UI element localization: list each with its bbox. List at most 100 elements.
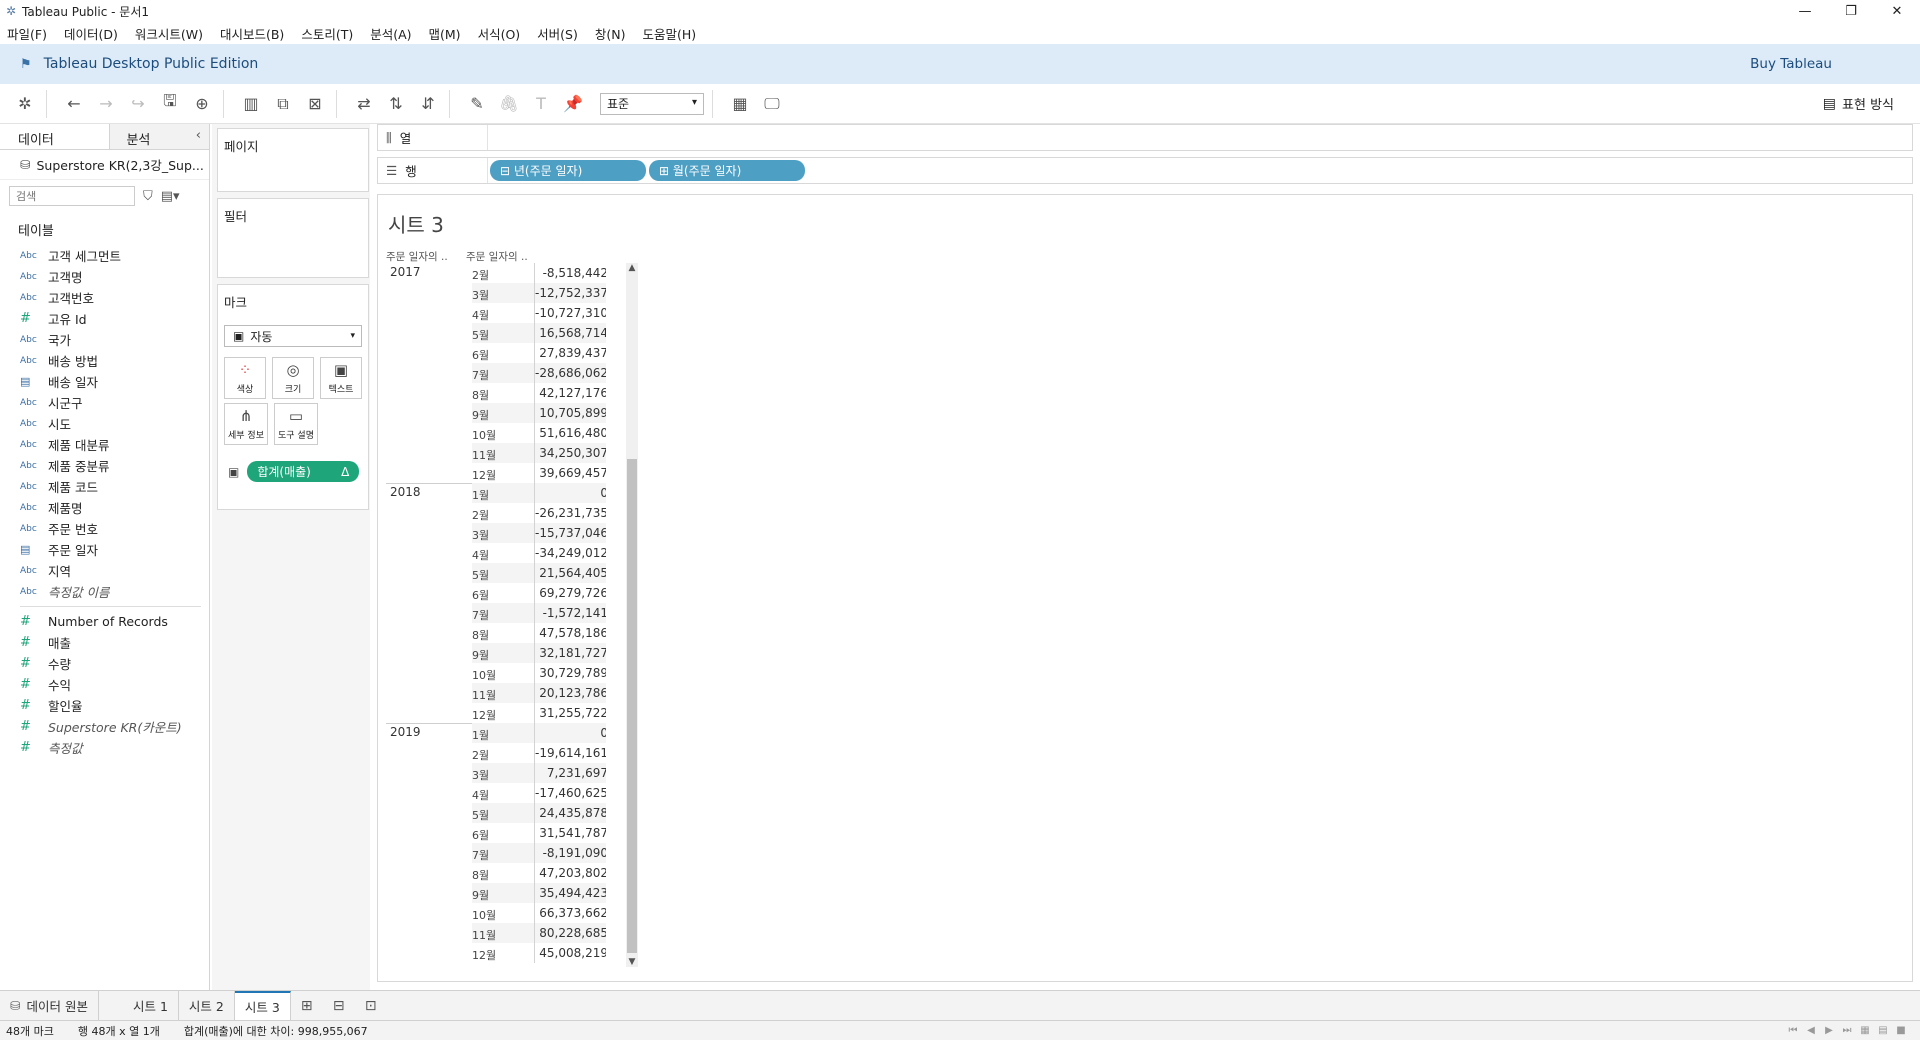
highlight-icon[interactable]: ✎ [464, 91, 490, 117]
table-row[interactable]: 1월 0 [386, 723, 606, 743]
menu-format[interactable]: 서식(O) [478, 24, 521, 43]
table-row[interactable]: 11월 80,228,685 [386, 923, 606, 943]
datasource-item[interactable]: ⛁ Superstore KR(2,3강_Sup... [0, 150, 209, 180]
table-row[interactable]: 8월 42,127,176 [386, 383, 606, 403]
swap-icon[interactable]: ⇄ [351, 91, 377, 117]
scroll-down-icon[interactable]: ▼ [626, 957, 638, 967]
sort-asc-icon[interactable]: ⇅ [383, 91, 409, 117]
table-row[interactable]: 5월 16,568,714 [386, 323, 606, 343]
table-row[interactable]: 2월 -19,614,161 [386, 743, 606, 763]
filters-card[interactable]: 필터 [217, 198, 369, 278]
new-datasource-icon[interactable]: ⊕ [189, 91, 215, 117]
field-item[interactable]: # 고유 Id [0, 308, 209, 329]
scroll-up-icon[interactable]: ▲ [626, 263, 638, 273]
menu-story[interactable]: 스토리(T) [301, 24, 353, 43]
size-button[interactable]: ◎ 크기 [272, 357, 314, 399]
next-sheet-icon[interactable]: ▶ [1820, 1025, 1838, 1036]
table-row[interactable]: 1월 0 [386, 483, 606, 503]
year-header[interactable]: 주문 일자의 .. [386, 249, 466, 263]
color-button[interactable]: ⁘ 색상 [224, 357, 266, 399]
table-row[interactable]: 9월 32,181,727 [386, 643, 606, 663]
tab-datasource[interactable]: ⛁ 데이터 원본 [0, 990, 99, 1021]
prev-sheet-icon[interactable]: ◀ [1802, 1025, 1820, 1036]
menu-help[interactable]: 도움말(H) [642, 24, 696, 43]
list-view-icon[interactable]: ▤ [1874, 1025, 1892, 1036]
collapse-icon[interactable]: ‹ [196, 128, 201, 143]
table-row[interactable]: 4월 -17,460,625 [386, 783, 606, 803]
presentation-icon[interactable]: 🖵 [759, 91, 785, 117]
save-icon[interactable]: 🖫 [157, 91, 183, 117]
tableau-home-icon[interactable]: ✲ [12, 91, 38, 117]
grid-view-icon[interactable]: ▦ [1856, 1025, 1874, 1036]
field-item[interactable]: Abc 제품명 [0, 497, 209, 518]
year-order-date-pill[interactable]: ⊟ 년(주문 일자) [490, 160, 646, 181]
field-item[interactable]: Abc 국가 [0, 329, 209, 350]
table-row[interactable]: 9월 35,494,423 [386, 883, 606, 903]
field-item[interactable]: Abc 주문 번호 [0, 518, 209, 539]
table-row[interactable]: 4월 -10,727,310 [386, 303, 606, 323]
tab-data[interactable]: 데이터 [0, 124, 109, 149]
menu-window[interactable]: 창(N) [595, 24, 626, 43]
table-row[interactable]: 10월 66,373,662 [386, 903, 606, 923]
marks-type-select[interactable]: ▣ 자동 ▾ [224, 325, 362, 347]
field-item[interactable]: # Number of Records [0, 611, 209, 632]
field-item[interactable]: Abc 배송 방법 [0, 350, 209, 371]
table-row[interactable]: 6월 69,279,726 [386, 583, 606, 603]
close-icon[interactable]: ✕ [1874, 0, 1920, 22]
table-row[interactable]: 3월 -15,737,046 [386, 523, 606, 543]
table-row[interactable]: 6월 27,839,437 [386, 343, 606, 363]
table-row[interactable]: 7월 -8,191,090 [386, 843, 606, 863]
replay-icon[interactable]: ↪ [125, 91, 151, 117]
redo-icon[interactable]: → [93, 91, 119, 117]
field-item[interactable]: Abc 고객번호 [0, 287, 209, 308]
table-row[interactable]: 2월 -26,231,735 [386, 503, 606, 523]
table-row[interactable]: 2월 -8,518,442 [386, 263, 606, 283]
sort-desc-icon[interactable]: ⇵ [415, 91, 441, 117]
minimize-icon[interactable]: — [1782, 0, 1828, 22]
new-worksheet-icon[interactable]: ▥ [238, 91, 264, 117]
table-row[interactable]: 9월 10,705,899 [386, 403, 606, 423]
pages-card[interactable]: 페이지 [217, 128, 369, 192]
field-item[interactable]: ▤ 주문 일자 [0, 539, 209, 560]
field-item[interactable]: Abc 측정값 이름 [0, 581, 209, 602]
search-input[interactable] [9, 186, 135, 206]
clear-sheet-icon[interactable]: ⊠ [302, 91, 328, 117]
view-options-icon[interactable]: ▤▾ [161, 189, 180, 204]
group-icon[interactable]: 🖇 [496, 91, 522, 117]
filter-icon[interactable]: ⛉ [143, 189, 153, 204]
restore-icon[interactable]: ❐ [1828, 0, 1874, 22]
cards-icon[interactable]: ▦ [727, 91, 753, 117]
menu-dashboard[interactable]: 대시보드(B) [220, 24, 284, 43]
sum-sales-pill[interactable]: 합계(매출) Δ [247, 461, 360, 482]
new-dashboard-icon[interactable]: ⊟ [323, 991, 355, 1021]
columns-shelf[interactable]: ⫼ 열 [377, 124, 1913, 151]
field-item[interactable]: # 할인율 [0, 695, 209, 716]
table-row[interactable]: 8월 47,203,802 [386, 863, 606, 883]
table-row[interactable]: 7월 -1,572,141 [386, 603, 606, 623]
menu-worksheet[interactable]: 워크시트(W) [135, 24, 203, 43]
field-item[interactable]: # 수량 [0, 653, 209, 674]
field-item[interactable]: Abc 제품 중분류 [0, 455, 209, 476]
tab-sheet-1[interactable]: 시트 1 [123, 990, 179, 1021]
last-sheet-icon[interactable]: ⏭ [1838, 1025, 1856, 1036]
table-row[interactable]: 10월 51,616,480 [386, 423, 606, 443]
table-row[interactable]: 3월 7,231,697 [386, 763, 606, 783]
tab-sheet-3[interactable]: 시트 3 [234, 990, 291, 1021]
field-item[interactable]: Abc 고객명 [0, 266, 209, 287]
table-row[interactable]: 12월 45,008,219 [386, 943, 606, 963]
table-row[interactable]: 6월 31,541,787 [386, 823, 606, 843]
duplicate-sheet-icon[interactable]: ⧉ [270, 91, 296, 117]
menu-data[interactable]: 데이터(D) [64, 24, 118, 43]
table-row[interactable]: 7월 -28,686,062 [386, 363, 606, 383]
rows-shelf[interactable]: ☰ 행 ⊟ 년(주문 일자) ⊞ 월(주문 일자) [377, 157, 1913, 184]
show-me-button[interactable]: ▤ 표현 방식 [1823, 94, 1894, 114]
new-worksheet-icon[interactable]: ⊞ [291, 991, 323, 1021]
menu-server[interactable]: 서버(S) [537, 24, 578, 43]
table-row[interactable]: 10월 30,729,789 [386, 663, 606, 683]
field-item[interactable]: # 수익 [0, 674, 209, 695]
menu-file[interactable]: 파일(F) [7, 24, 47, 43]
field-item[interactable]: Abc 시군구 [0, 392, 209, 413]
tooltip-button[interactable]: ▭ 도구 설명 [274, 403, 318, 445]
field-item[interactable]: Abc 시도 [0, 413, 209, 434]
table-row[interactable]: 5월 24,435,878 [386, 803, 606, 823]
